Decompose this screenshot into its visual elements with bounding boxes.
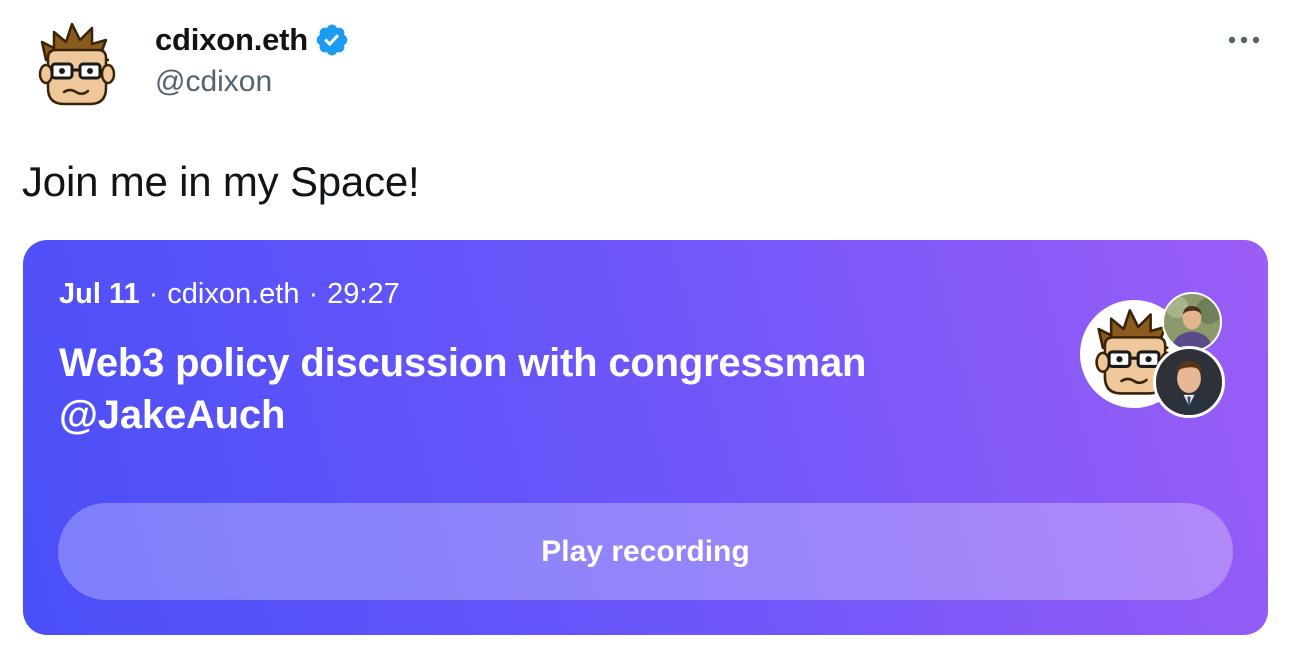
author-name-row[interactable]: cdixon.eth bbox=[155, 19, 350, 61]
cartoon-face-icon bbox=[38, 22, 116, 106]
tweet-text: Join me in my Space! bbox=[22, 158, 420, 205]
play-recording-button[interactable]: Play recording bbox=[58, 503, 1233, 600]
space-date: Jul 11 bbox=[59, 278, 140, 310]
space-meta: Jul 11 · cdixon.eth · 29:27 bbox=[59, 278, 400, 311]
space-host: cdixon.eth bbox=[167, 278, 300, 310]
space-title: Web3 policy discussion with congressman … bbox=[59, 341, 867, 437]
space-card[interactable]: Jul 11 · cdixon.eth · 29:27 Web3 policy … bbox=[23, 240, 1268, 635]
speaker-avatar bbox=[1153, 346, 1225, 418]
meta-separator: · bbox=[308, 278, 319, 310]
author-display-name[interactable]: cdixon.eth bbox=[155, 22, 308, 58]
more-options-button[interactable] bbox=[1222, 24, 1266, 56]
person-photo-icon bbox=[1164, 294, 1220, 350]
author-handle[interactable]: @cdixon bbox=[155, 65, 272, 99]
speaker-avatar bbox=[1162, 292, 1222, 352]
verified-badge-icon bbox=[316, 24, 348, 56]
person-photo-icon bbox=[1156, 349, 1222, 415]
meta-separator: · bbox=[148, 278, 159, 310]
author-avatar[interactable] bbox=[24, 14, 128, 118]
more-dots-icon bbox=[1228, 36, 1260, 44]
space-duration: 29:27 bbox=[327, 278, 400, 310]
